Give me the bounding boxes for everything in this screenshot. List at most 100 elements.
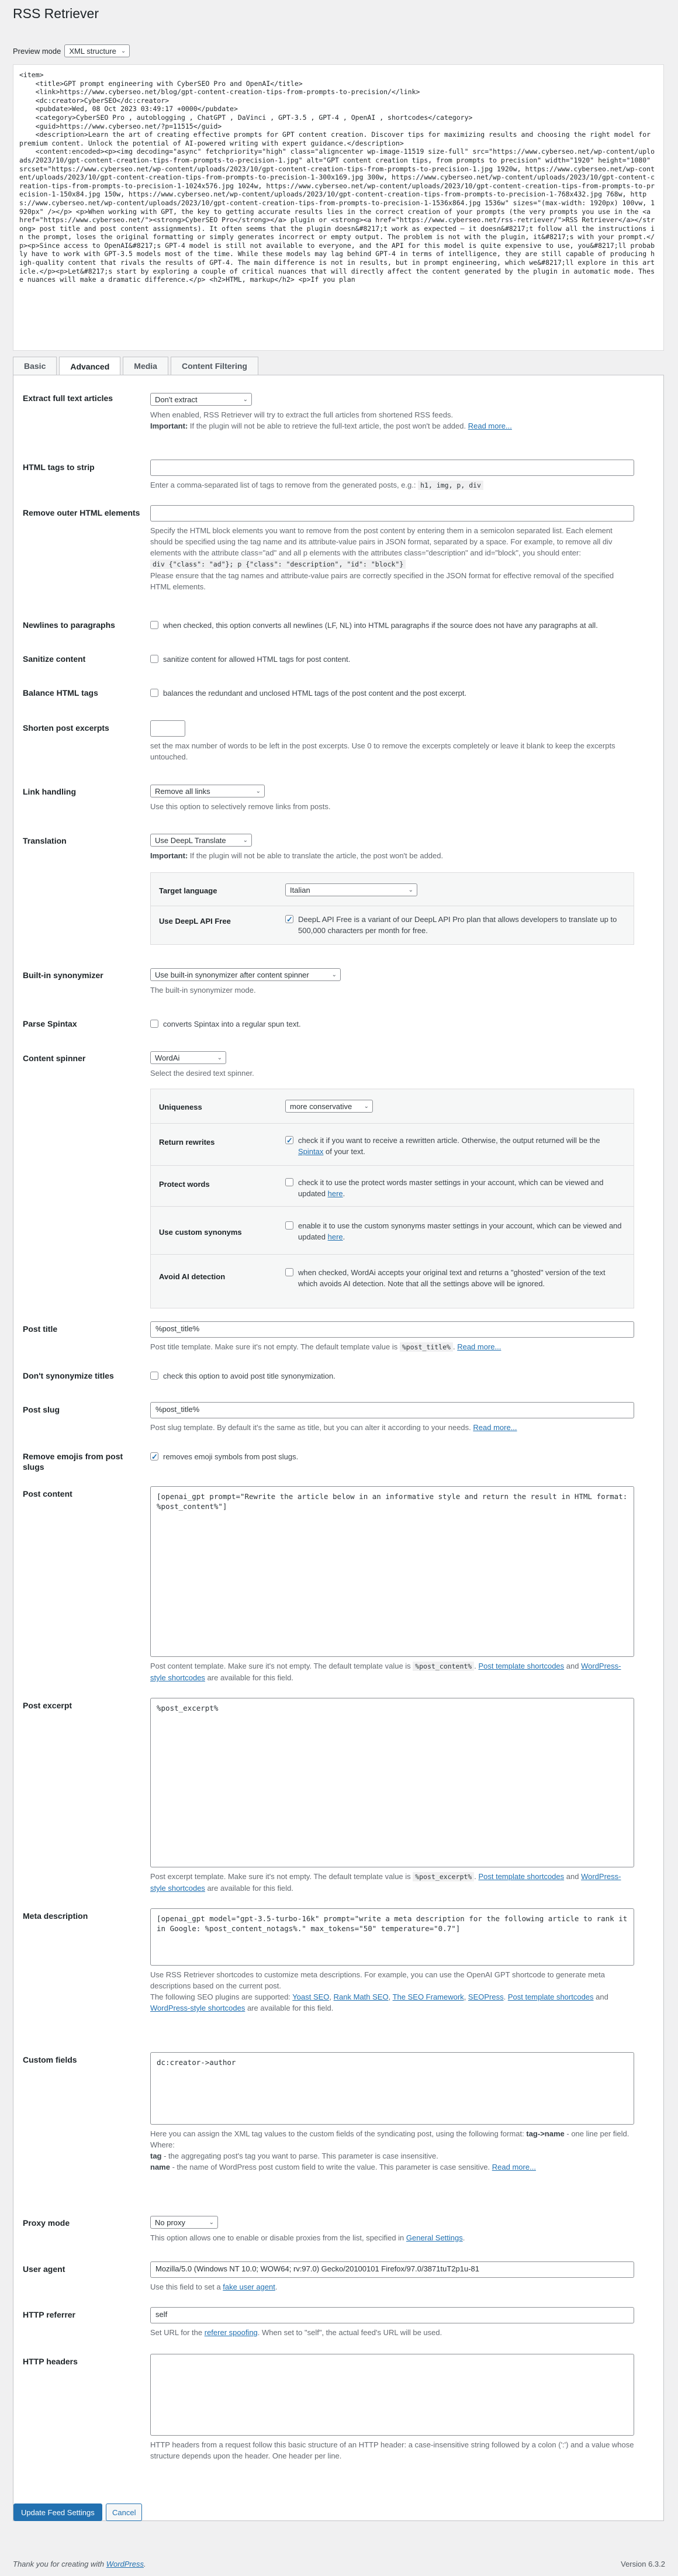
newlines-text: when checked, this option converts all n… xyxy=(163,621,598,630)
target-language-label: Target language xyxy=(159,886,217,895)
wordpress-link[interactable]: WordPress xyxy=(106,2560,144,2568)
protect-words-check[interactable]: check it to use the protect words master… xyxy=(285,1177,625,1199)
post-slug-input[interactable]: %post_title% xyxy=(150,1402,634,1418)
avoid-ai-check[interactable]: when checked, WordAi accepts your origin… xyxy=(285,1267,625,1289)
target-language-select[interactable]: Italian ⌄ xyxy=(285,883,417,896)
fake-user-agent-link[interactable]: fake user agent xyxy=(223,2283,275,2291)
spintax-link[interactable]: Spintax xyxy=(298,1147,323,1156)
links-select[interactable]: Remove all links ⌄ xyxy=(150,785,265,797)
spintax-check[interactable]: converts Spintax into a regular spun tex… xyxy=(150,1018,634,1030)
deepl-free-check[interactable]: DeepL API Free is a variant of our DeepL… xyxy=(285,914,625,936)
meta-desc-text-2: The following SEO plugins are supported: xyxy=(150,1993,293,2001)
sanitize-check[interactable]: sanitize content for allowed HTML tags f… xyxy=(150,654,634,665)
meta-textarea[interactable]: [openai_gpt model="gpt-3.5-turbo-16k" pr… xyxy=(150,1908,634,1966)
post-template-shortcodes-link[interactable]: Post template shortcodes xyxy=(508,1993,594,2001)
rewrites-checkbox[interactable] xyxy=(285,1135,293,1146)
post-title-read-more-link[interactable]: Read more... xyxy=(457,1342,501,1351)
seo-framework-link[interactable]: The SEO Framework xyxy=(393,1993,464,2001)
custom-synonyms-check[interactable]: enable it to use the custom synonyms mas… xyxy=(285,1220,625,1242)
synonymizer-select[interactable]: Use built-in synonymizer after content s… xyxy=(150,968,341,981)
balance-text: balances the redundant and unclosed HTML… xyxy=(163,689,467,697)
yoast-seo-link[interactable]: Yoast SEO xyxy=(292,1993,329,2001)
xml-preview[interactable]: <item> <title>GPT prompt engineering wit… xyxy=(13,64,664,351)
general-settings-link[interactable]: General Settings xyxy=(406,2233,463,2242)
referrer-desc-tail: . When set to "self", the actual feed's … xyxy=(257,2328,442,2337)
footer-credit-text: Thank you for creating with xyxy=(13,2560,106,2568)
dont-syn-checkbox[interactable] xyxy=(150,1372,158,1380)
custom-fields-desc-text: Here you can assign the XML tag values t… xyxy=(150,2129,527,2138)
translation-select[interactable]: Use DeepL Translate ⌄ xyxy=(150,834,252,847)
user-agent-input[interactable]: Mozilla/5.0 (Windows NT 10.0; WOW64; rv:… xyxy=(150,2261,634,2278)
proxy-desc-tail: . xyxy=(462,2233,465,2242)
divider xyxy=(151,1123,634,1124)
post-title-input[interactable]: %post_title% xyxy=(150,1321,634,1338)
emojis-label: Remove emojis from post slugs xyxy=(23,1452,123,1472)
proxy-label: Proxy mode xyxy=(23,2218,70,2228)
chevron-down-icon: ⌄ xyxy=(408,886,413,893)
post-template-shortcodes-link[interactable]: Post template shortcodes xyxy=(478,1872,564,1881)
links-label: Link handling xyxy=(23,787,76,796)
post-excerpt-textarea[interactable]: %post_excerpt% xyxy=(150,1698,634,1867)
post-excerpt-desc-tail: are available for this field. xyxy=(205,1884,293,1893)
meta-desc-sep: , xyxy=(329,1993,334,2001)
post-content-desc-text: Post content template. Make sure it's no… xyxy=(150,1662,413,1670)
balance-checkbox[interactable] xyxy=(150,689,158,697)
protect-words-here-link[interactable]: here xyxy=(328,1189,343,1198)
referrer-desc: Set URL for the referer spoofing. When s… xyxy=(150,2327,634,2338)
wordpress-shortcodes-link[interactable]: WordPress-style shortcodes xyxy=(150,2004,245,2012)
sanitize-checkbox[interactable] xyxy=(150,655,158,663)
seopress-link[interactable]: SEOPress xyxy=(468,1993,504,2001)
newlines-checkbox[interactable] xyxy=(150,621,158,629)
post-content-desc-and: and xyxy=(564,1662,582,1670)
tab-advanced[interactable]: Advanced xyxy=(59,357,121,375)
custom-synonyms-checkbox[interactable] xyxy=(285,1221,293,1230)
rewrites-text-body: check it if you want to receive a rewrit… xyxy=(298,1136,600,1145)
newlines-check[interactable]: when checked, this option converts all n… xyxy=(150,620,634,631)
divider xyxy=(151,1206,634,1207)
translation-label: Translation xyxy=(23,836,67,845)
translation-important-text: If the plugin will not be able to transl… xyxy=(188,851,444,860)
preview-mode-select[interactable]: XML structure ⌄ xyxy=(64,44,130,57)
balance-check[interactable]: balances the redundant and unclosed HTML… xyxy=(150,688,634,699)
tab-basic[interactable]: Basic xyxy=(13,357,57,375)
proxy-desc-text: This option allows one to enable or disa… xyxy=(150,2233,406,2242)
spinner-select[interactable]: WordAi ⌄ xyxy=(150,1051,226,1064)
uniqueness-label: Uniqueness xyxy=(159,1103,202,1111)
deepl-free-checkbox[interactable] xyxy=(285,914,293,925)
extract-select[interactable]: Don't extract ⌄ xyxy=(150,393,252,406)
referrer-input[interactable]: self xyxy=(150,2307,634,2323)
dont-syn-check[interactable]: check this option to avoid post title sy… xyxy=(150,1370,634,1382)
extract-value: Don't extract xyxy=(155,395,198,404)
remove-outer-input[interactable] xyxy=(150,505,634,522)
post-content-desc-tail: are available for this field. xyxy=(205,1673,293,1682)
post-template-shortcodes-link[interactable]: Post template shortcodes xyxy=(478,1662,564,1670)
extract-read-more-link[interactable]: Read more... xyxy=(468,422,512,430)
custom-fields-textarea[interactable]: dc:creator->author xyxy=(150,2052,634,2125)
post-slug-label: Post slug xyxy=(23,1405,60,1414)
update-feed-settings-button[interactable]: Update Feed Settings xyxy=(13,2504,102,2521)
post-content-textarea[interactable]: [openai_gpt prompt="Rewrite the article … xyxy=(150,1486,634,1657)
emojis-checkbox[interactable] xyxy=(150,1451,158,1462)
referer-spoofing-link[interactable]: referer spoofing xyxy=(205,2328,258,2337)
custom-fields-read-more-link[interactable]: Read more... xyxy=(492,2163,536,2171)
strip-input[interactable] xyxy=(150,460,634,476)
shorten-input[interactable] xyxy=(150,720,185,737)
footer-credit-tail: . xyxy=(144,2560,146,2568)
avoid-ai-checkbox[interactable] xyxy=(285,1268,293,1276)
uniqueness-select[interactable]: more conservative ⌄ xyxy=(285,1100,373,1113)
avoid-ai-text: when checked, WordAi accepts your origin… xyxy=(298,1268,606,1288)
tab-content-filtering[interactable]: Content Filtering xyxy=(170,357,258,375)
rewrites-check[interactable]: check it if you want to receive a rewrit… xyxy=(285,1135,625,1157)
page-title: RSS Retriever xyxy=(13,6,99,21)
emojis-check[interactable]: removes emoji symbols from post slugs. xyxy=(150,1451,634,1462)
tab-media[interactable]: Media xyxy=(123,357,168,375)
custom-synonyms-here-link[interactable]: here xyxy=(328,1232,343,1241)
proxy-select[interactable]: No proxy ⌄ xyxy=(150,2216,218,2229)
rank-math-seo-link[interactable]: Rank Math SEO xyxy=(334,1993,389,2001)
post-slug-read-more-link[interactable]: Read more... xyxy=(473,1423,517,1432)
protect-words-checkbox[interactable] xyxy=(285,1178,293,1186)
cancel-button[interactable]: Cancel xyxy=(106,2504,143,2521)
post-content-desc: Post content template. Make sure it's no… xyxy=(150,1660,634,1683)
spintax-checkbox[interactable] xyxy=(150,1020,158,1028)
headers-textarea[interactable] xyxy=(150,2354,634,2436)
